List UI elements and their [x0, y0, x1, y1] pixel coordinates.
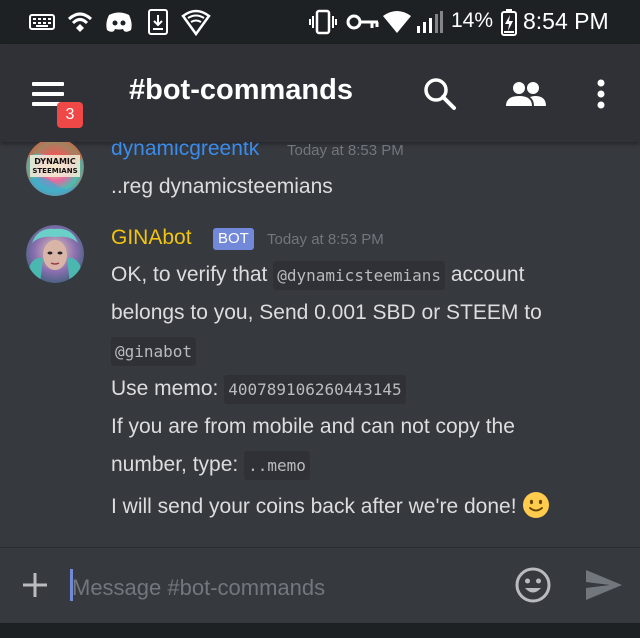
message-input[interactable]: [70, 570, 494, 606]
message-line: number, type: ..memo: [111, 451, 310, 480]
add-attachment-button[interactable]: [20, 570, 52, 602]
download-icon: [146, 8, 170, 36]
notification-badge: 3: [57, 102, 83, 128]
svg-text:STEEMIANS: STEEMIANS: [32, 167, 77, 175]
inline-code: 400789106260443145: [224, 375, 406, 404]
message-list[interactable]: DYNAMIC STEEMIANS dynamicgreentk Today a…: [0, 142, 640, 547]
wifi-calling-icon: [64, 8, 96, 36]
message-text: OK, to verify that: [111, 263, 268, 286]
battery-charging-icon: [498, 8, 520, 36]
message-text: account: [450, 263, 525, 286]
wifi-icon: [382, 8, 412, 36]
avatar[interactable]: [26, 225, 84, 283]
battery-percent: 14%: [451, 9, 494, 32]
inline-code: ..memo: [244, 451, 310, 480]
message-text: Use memo:: [111, 377, 219, 400]
search-icon: [424, 78, 456, 110]
message-line: I will send your coins back after we're …: [111, 491, 550, 519]
signal-icon: [414, 8, 444, 36]
message-text: number, type:: [111, 453, 239, 476]
message-line: OK, to verify that @dynamicsteemians acc…: [111, 261, 525, 290]
more-vert-icon: [597, 79, 605, 109]
message-text: I will send your coins back after we're …: [111, 495, 517, 518]
message-text: ..reg dynamicsteemians: [111, 175, 333, 198]
message-author[interactable]: dynamicgreentk: [111, 142, 259, 161]
emoji-icon: [515, 567, 551, 603]
keyboard-icon: [28, 8, 56, 36]
message-line: @ginabot: [111, 337, 197, 366]
slightly-smiling-face-icon: [523, 492, 550, 518]
more-options-button[interactable]: [579, 72, 623, 116]
text-cursor: [70, 569, 73, 601]
status-bar: 14% 8:54 PM: [0, 0, 640, 44]
channel-title: #bot-commands: [129, 74, 353, 106]
message-text: belongs to you, Send 0.001 SBD or STEEM …: [111, 301, 542, 324]
clock-time: 8:54 PM: [523, 8, 609, 34]
send-icon: [586, 570, 622, 600]
message-line: belongs to you, Send 0.001 SBD or STEEM …: [111, 301, 542, 325]
key-icon: [346, 8, 380, 36]
message-text: If you are from mobile and can not copy …: [111, 415, 515, 438]
bot-tag: BOT: [213, 228, 254, 250]
inline-code: @ginabot: [111, 337, 197, 366]
message-line: If you are from mobile and can not copy …: [111, 415, 515, 439]
message-timestamp: Today at 8:53 PM: [267, 231, 384, 248]
search-button[interactable]: [418, 72, 462, 116]
send-button[interactable]: [584, 568, 624, 602]
plus-icon: [23, 573, 47, 597]
channel-header: 3 #bot-commands: [0, 44, 640, 142]
vibrate-icon: [308, 8, 338, 36]
message-timestamp: Today at 8:53 PM: [287, 142, 404, 159]
shield-wifi-icon: [180, 8, 212, 36]
avatar[interactable]: DYNAMIC STEEMIANS: [26, 142, 84, 196]
discord-icon: [104, 8, 134, 36]
message-composer: [0, 547, 640, 624]
svg-text:DYNAMIC: DYNAMIC: [34, 157, 76, 166]
members-button[interactable]: [504, 72, 548, 116]
inline-code: @dynamicsteemians: [273, 261, 446, 290]
message-author[interactable]: GINAbot: [111, 226, 192, 250]
members-icon: [506, 82, 546, 106]
system-nav-bar: [0, 623, 640, 638]
message-line: Use memo: 400789106260443145: [111, 375, 406, 404]
emoji-button[interactable]: [514, 566, 552, 604]
